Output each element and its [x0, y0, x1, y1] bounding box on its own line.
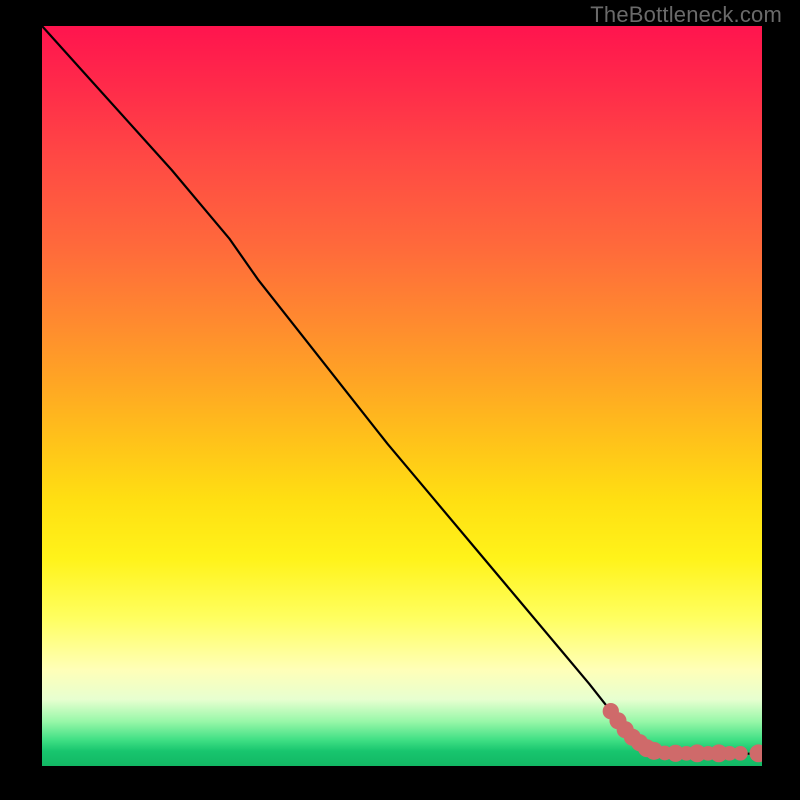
- bottleneck-curve: [42, 26, 762, 754]
- watermark-text: TheBottleneck.com: [590, 2, 782, 28]
- flat-region-dots: [603, 703, 762, 762]
- curve-dot: [749, 744, 762, 762]
- chart-frame: TheBottleneck.com: [0, 0, 800, 800]
- plot-area: [42, 26, 762, 766]
- chart-svg: [42, 26, 762, 766]
- curve-dot: [733, 746, 748, 761]
